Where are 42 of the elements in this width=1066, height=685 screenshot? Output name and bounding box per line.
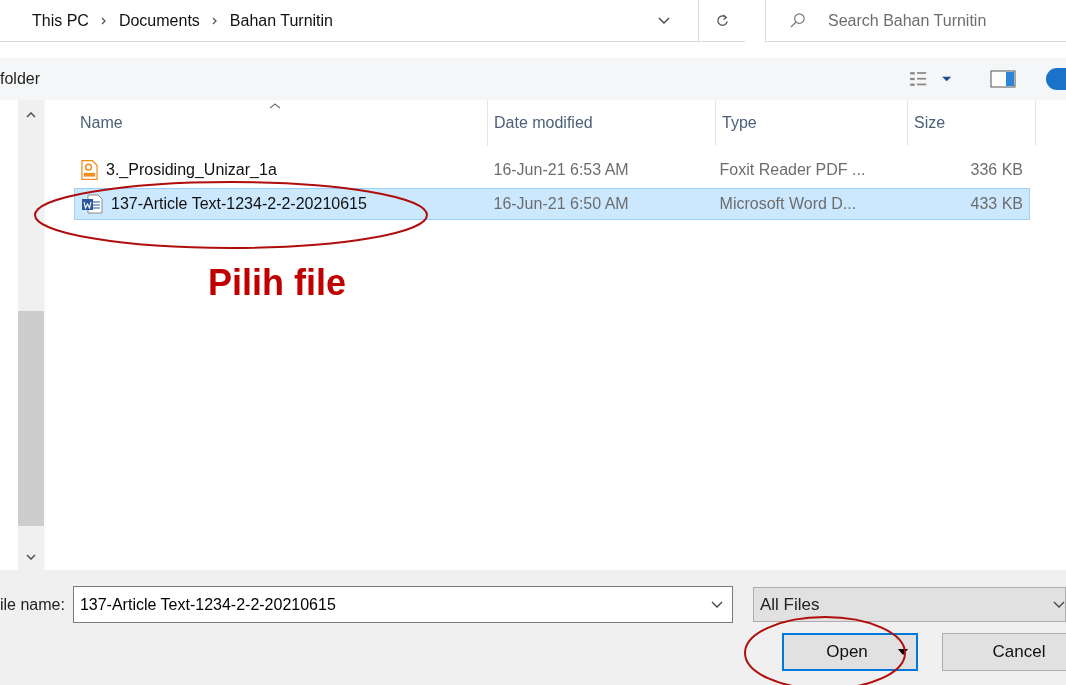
file-name-label: ile name:: [0, 595, 65, 614]
caret-icon: [897, 649, 908, 655]
scroll-up-icon[interactable]: [26, 112, 36, 118]
breadcrumb-item[interactable]: Bahan Turnitin: [229, 11, 333, 30]
word-document-icon: [81, 194, 103, 214]
type-cell-text: Microsoft Word D...: [718, 195, 858, 213]
type-cell-text: Foxit Reader PDF ...: [718, 161, 867, 179]
size-cell-text: 336 KB: [969, 161, 1024, 179]
breadcrumb-item[interactable]: This PC: [32, 11, 89, 30]
file-name: 137-Article Text-1234-2-2-20210615: [111, 195, 367, 213]
date-cell-text: 16-Jun-21 6:53 AM: [492, 161, 630, 179]
search-field[interactable]: Search Bahan Turnitin: [765, 0, 1066, 42]
help-icon[interactable]: [1046, 68, 1066, 90]
column-header[interactable]: Name: [74, 100, 488, 146]
pdf-file-icon: [81, 159, 98, 181]
open-button[interactable]: Open: [782, 633, 918, 671]
chevron-icon: [211, 16, 218, 25]
column-header[interactable]: Date modified: [488, 100, 716, 146]
date-cell-text: 16-Jun-21 6:50 AM: [492, 195, 630, 213]
address-bar[interactable]: This PC Documents Bahan Turnitin: [0, 0, 745, 42]
preview-pane-icon[interactable]: [990, 70, 1016, 88]
file-row[interactable]: 3._Prosiding_Unizar_1a 16-Jun-21 6:53 AM Foxit Reader PDF ... 336 KB: [74, 154, 1030, 186]
chevron-icon: [100, 16, 107, 25]
dropdown-icon: [1053, 600, 1065, 609]
breadcrumb-item[interactable]: Documents: [118, 11, 200, 30]
scrollbar[interactable]: [18, 100, 46, 570]
refresh-icon: [714, 13, 730, 28]
file-row[interactable]: 137-Article Text-1234-2-2-20210615 16-Jun-21 6:50 AM Microsoft Word D... 433 KB: [74, 188, 1030, 220]
file-name: 3._Prosiding_Unizar_1a: [106, 161, 277, 179]
column-header[interactable]: Type: [716, 100, 908, 146]
cancel-button[interactable]: Cancel: [942, 633, 1066, 671]
sort-caret-icon: [268, 103, 281, 109]
column-header[interactable]: Size: [908, 100, 1036, 146]
dropdown-icon[interactable]: [710, 601, 723, 609]
annotation-text: Pilih file: [208, 262, 347, 304]
size-cell-text: 433 KB: [969, 195, 1024, 213]
dropdown-icon[interactable]: [658, 16, 670, 25]
scrollbar-thumb[interactable]: [18, 311, 44, 526]
scroll-down-icon[interactable]: [26, 554, 36, 560]
file-name-field[interactable]: 137-Article Text-1234-2-2-20210615: [72, 586, 733, 623]
file-type-dropdown[interactable]: All Files: [752, 587, 1066, 622]
new-folder-button[interactable]: folder: [0, 70, 41, 88]
